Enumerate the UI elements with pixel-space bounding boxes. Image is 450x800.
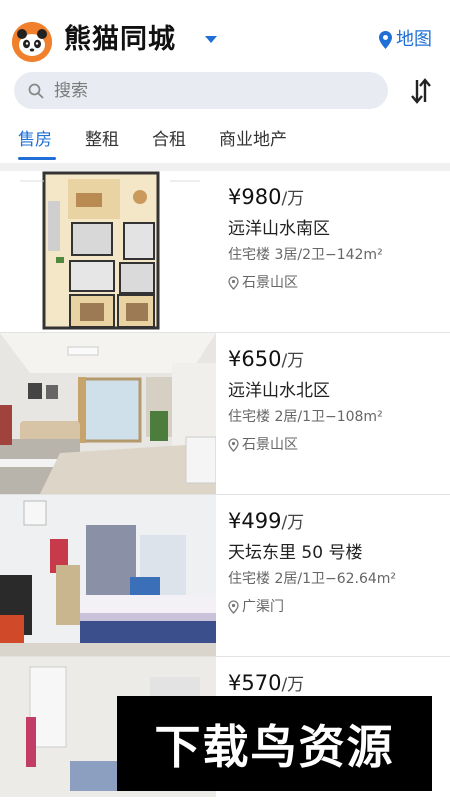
search-bar[interactable]: [14, 72, 388, 109]
district-label: 广渠门: [242, 599, 284, 615]
price-unit: /万: [281, 513, 305, 533]
price-unit: /万: [281, 675, 305, 695]
listing-location: 石景山区: [228, 435, 298, 455]
dropdown-caret-icon[interactable]: [205, 36, 217, 43]
listing-detail: 住宅楼 2居/1卫−108m²: [228, 409, 383, 425]
listing-item[interactable]: ¥650/万 远洋山水北区 住宅楼 2居/1卫−108m² 石景山区: [0, 333, 450, 495]
map-button[interactable]: 地图: [379, 28, 432, 52]
location-outline-icon: [228, 276, 239, 290]
listing-price: ¥570/万: [228, 669, 304, 699]
price-unit: /万: [281, 189, 305, 209]
category-tabs: 售房 整租 合租 商业地产: [0, 122, 450, 162]
location-outline-icon: [228, 600, 239, 614]
bedroom-photo: [0, 495, 216, 656]
section-divider: [0, 163, 450, 171]
price-unit: /万: [281, 351, 305, 371]
living-room-photo: [0, 333, 216, 494]
price-value: ¥499: [228, 509, 282, 533]
search-icon: [28, 83, 44, 98]
listing-location: 石景山区: [228, 273, 298, 293]
location-pin-icon: [379, 31, 392, 49]
floor-plan-image: [0, 171, 216, 332]
tab-commercial[interactable]: 商业地产: [219, 128, 287, 152]
watermark-text: 下载鸟资源: [154, 719, 395, 774]
listing-price: ¥650/万: [228, 345, 304, 375]
panda-logo-icon: [12, 22, 52, 62]
tab-sale[interactable]: 售房: [18, 128, 52, 152]
listing-price: ¥499/万: [228, 507, 304, 537]
listing-item[interactable]: ¥499/万 天坛东里 50 号楼 住宅楼 2居/1卫−62.64m² 广渠门: [0, 495, 450, 657]
app-title[interactable]: 熊猫同城: [64, 22, 176, 58]
active-tab-indicator: [18, 157, 56, 160]
listing-item[interactable]: ¥980/万 远洋山水南区 住宅楼 3居/2卫−142m² 石景山区: [0, 171, 450, 333]
listing-price: ¥980/万: [228, 183, 304, 213]
listing-name: 远洋山水南区: [228, 219, 330, 239]
price-value: ¥980: [228, 185, 282, 209]
tab-whole-rent[interactable]: 整租: [85, 128, 119, 152]
price-value: ¥650: [228, 347, 282, 371]
tab-shared-rent[interactable]: 合租: [152, 128, 186, 152]
map-label: 地图: [396, 29, 432, 50]
watermark-banner: 下载鸟资源: [117, 696, 432, 791]
district-label: 石景山区: [242, 437, 298, 453]
listing-location: 广渠门: [228, 597, 284, 617]
listing-name: 远洋山水北区: [228, 381, 330, 401]
listing-detail: 住宅楼 3居/2卫−142m²: [228, 247, 383, 263]
listing-name: 天坛东里 50 号楼: [228, 543, 363, 563]
sort-toggle-icon[interactable]: [408, 76, 434, 106]
price-value: ¥570: [228, 671, 282, 695]
district-label: 石景山区: [242, 275, 298, 291]
app-header: 熊猫同城 地图: [0, 0, 450, 70]
location-outline-icon: [228, 438, 239, 452]
search-input[interactable]: [54, 80, 354, 101]
listing-detail: 住宅楼 2居/1卫−62.64m²: [228, 571, 397, 587]
